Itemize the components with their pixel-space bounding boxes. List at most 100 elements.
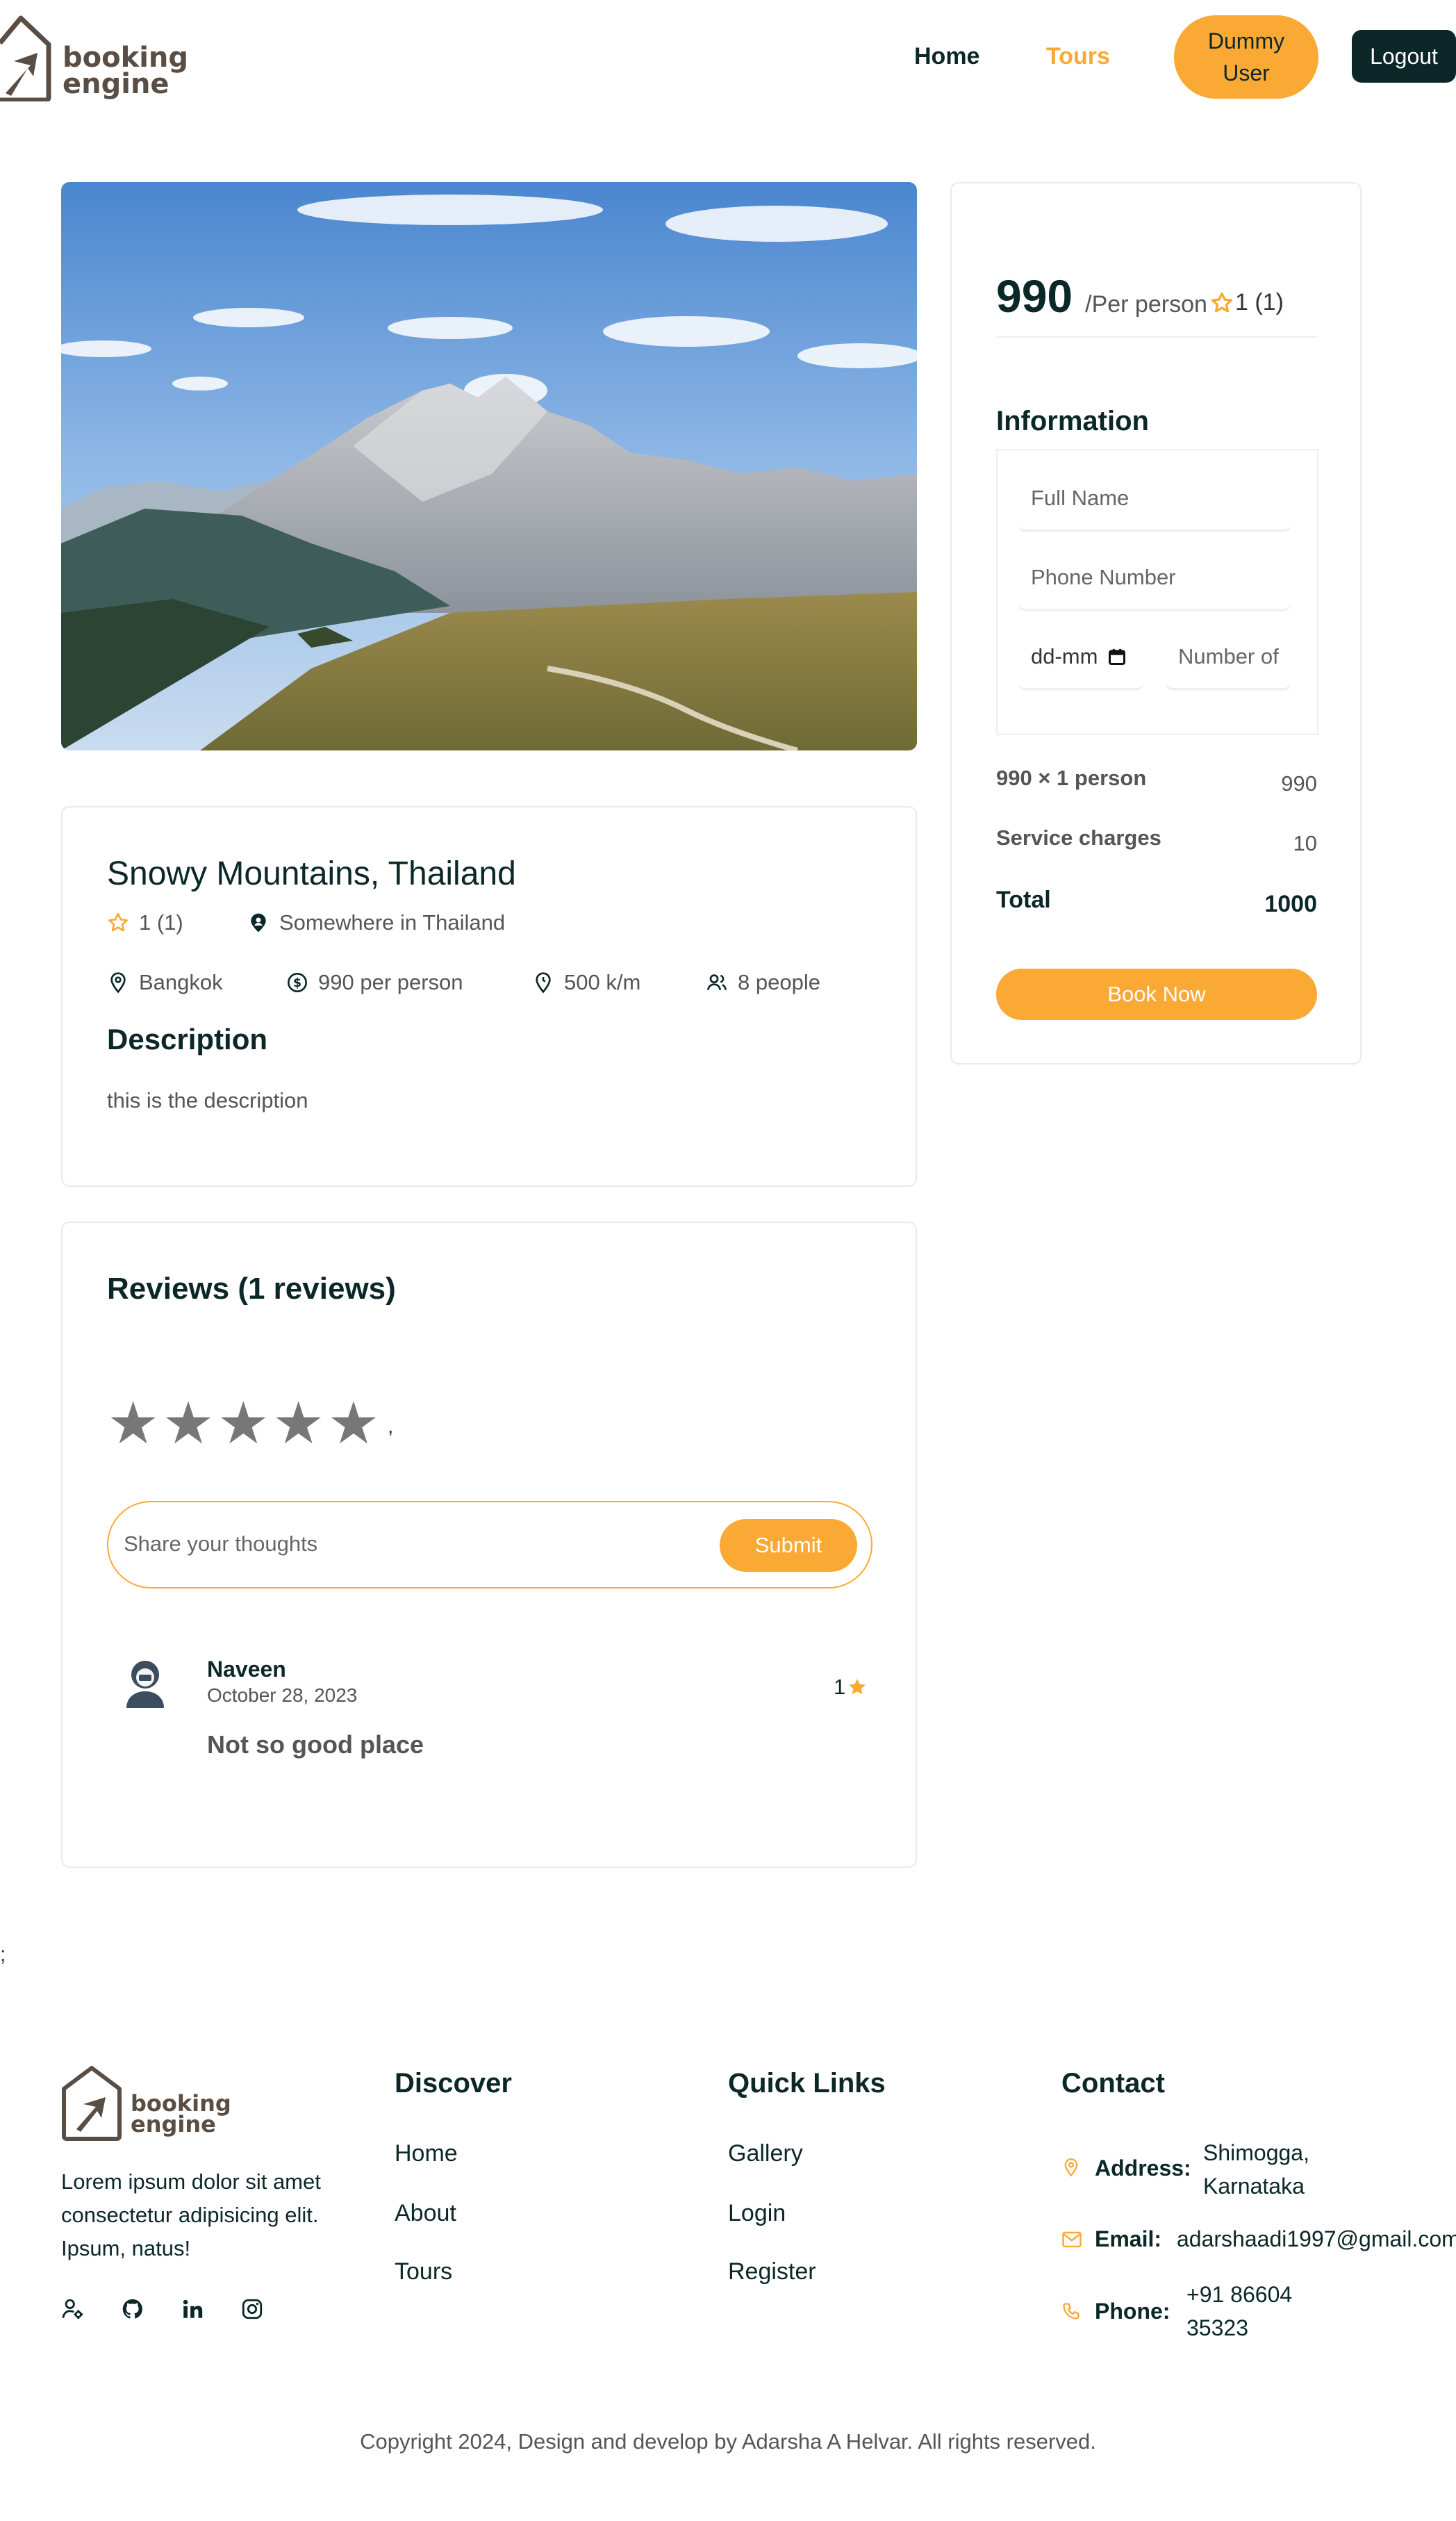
service-charge-value: 10 — [1293, 831, 1317, 855]
rating-star-1[interactable]: ★ — [107, 1394, 159, 1452]
user-button-line2: User — [1223, 60, 1270, 85]
reviewer-name: Naveen — [207, 1657, 286, 1682]
footer-about: Lorem ipsum dolor sit amet consectetur a… — [61, 2169, 321, 2261]
logout-button[interactable]: Logout — [1352, 30, 1456, 83]
booking-rating-text: 1 (1) — [1235, 289, 1284, 315]
phone-line1: +91 86604 — [1186, 2282, 1293, 2307]
brand-line2: engine — [63, 68, 169, 100]
reviews-card: Reviews (1 reviews) ★ ★ ★ ★ ★ , Share yo… — [61, 1222, 917, 1868]
rating-star-3[interactable]: ★ — [217, 1394, 270, 1452]
review-rating: 1 — [834, 1675, 868, 1700]
tour-city-text: Bangkok — [139, 970, 223, 994]
tour-city: Bangkok — [107, 970, 223, 995]
footer-link-login[interactable]: Login — [728, 2200, 786, 2227]
date-input-text: dd-mm — [1031, 644, 1098, 668]
tour-group-size: 8 people — [706, 970, 820, 995]
copyright: Copyright 2024, Design and develop by Ad… — [360, 2429, 1096, 2454]
total-label: Total — [996, 887, 1051, 913]
tour-price-text: 990 per person — [318, 970, 463, 994]
site-logo[interactable]: booking engine — [0, 15, 188, 103]
book-now-button[interactable]: Book Now — [996, 969, 1317, 1020]
social-links — [61, 2297, 264, 2321]
email-label: Email: — [1095, 2226, 1162, 2251]
review-form: Share your thoughts Submit — [107, 1501, 872, 1588]
star-outline-icon — [108, 913, 128, 932]
phone-label: Phone: — [1095, 2299, 1170, 2324]
footer-link-gallery[interactable]: Gallery — [728, 2140, 803, 2167]
user-avatar-icon — [126, 1661, 164, 1708]
tour-address-text: Somewhere in Thailand — [279, 910, 506, 935]
tour-title: Snowy Mountains, Thailand — [107, 855, 516, 892]
divider — [996, 336, 1317, 338]
review-text: Not so good place — [207, 1730, 424, 1759]
footer-contact-heading: Contact — [1061, 2068, 1165, 2099]
tour-distance-text: 500 k/m — [564, 970, 641, 994]
svg-text:$: $ — [293, 976, 301, 990]
reviews-heading: Reviews (1 reviews) — [107, 1272, 396, 1306]
map-pin-icon — [110, 972, 126, 994]
user-settings-icon[interactable] — [61, 2297, 85, 2321]
map-pin-user-icon — [251, 913, 266, 933]
review-item — [124, 1658, 167, 1708]
house-logo-icon — [0, 15, 51, 101]
address-label: Address: — [1095, 2155, 1191, 2181]
user-button[interactable]: Dummy User — [1174, 15, 1318, 99]
linkedin-icon[interactable] — [181, 2297, 204, 2321]
star-outline-icon — [1211, 292, 1233, 312]
tour-price: $ 990 per person — [286, 970, 463, 995]
rating-star-5[interactable]: ★ — [327, 1394, 379, 1452]
booking-per-person: /Per person — [1085, 291, 1207, 318]
rating-star-4[interactable]: ★ — [272, 1394, 324, 1452]
instagram-icon[interactable] — [240, 2297, 264, 2321]
review-input[interactable]: Share your thoughts — [124, 1532, 317, 1557]
house-logo-icon — [62, 2066, 122, 2141]
tour-info-card: Snowy Mountains, Thailand 1 (1) Somewher… — [61, 806, 917, 1187]
user-button-line1: Dummy — [1207, 28, 1285, 54]
rating-selector: ★ ★ ★ ★ ★ — [107, 1394, 380, 1452]
nav-tours-link[interactable]: Tours — [1046, 43, 1110, 70]
total-value: 1000 — [1264, 891, 1317, 917]
star-filled-icon — [849, 1679, 866, 1695]
rating-star-2[interactable]: ★ — [162, 1394, 214, 1452]
footer-link-tours[interactable]: Tours — [395, 2258, 452, 2285]
tour-address: Somewhere in Thailand — [247, 910, 505, 935]
nav-home-link[interactable]: Home — [914, 43, 979, 70]
booking-form: Full Name Phone Number dd-mm Number of — [996, 449, 1318, 735]
footer-logo[interactable]: booking engine — [61, 2065, 231, 2143]
address-line1: Shimogga, — [1203, 2140, 1309, 2165]
location-icon — [1064, 2158, 1078, 2177]
tour-rating: 1 (1) — [107, 910, 183, 935]
date-input[interactable]: dd-mm — [1018, 625, 1143, 689]
price-calc-label: 990 × 1 person — [996, 766, 1147, 790]
group-icon — [707, 974, 727, 990]
booking-card: 990 /Per person 1 (1) Information Full N… — [950, 182, 1362, 1065]
booking-rating: 1 (1) — [1210, 289, 1284, 316]
service-charge-label: Service charges — [996, 826, 1161, 850]
stray-text: ; — [0, 1943, 6, 1966]
price-calc-value: 990 — [1281, 771, 1317, 796]
footer-link-home[interactable]: Home — [395, 2140, 458, 2167]
calendar-icon[interactable] — [1107, 647, 1127, 666]
tour-group-size-text: 8 people — [738, 970, 820, 994]
phone-icon — [1063, 2303, 1079, 2319]
rating-separator: , — [388, 1415, 394, 1438]
address-line2: Karnataka — [1203, 2174, 1305, 2199]
footer-link-register[interactable]: Register — [728, 2258, 816, 2285]
submit-review-button[interactable]: Submit — [720, 1519, 857, 1572]
footer-quick-links-heading: Quick Links — [728, 2068, 886, 2099]
tour-distance: 500 k/m — [532, 970, 640, 995]
review-date: October 28, 2023 — [207, 1684, 358, 1706]
guest-count-input[interactable]: Number of — [1166, 625, 1291, 689]
footer-brand-line2: engine — [131, 2111, 216, 2137]
description-heading: Description — [107, 1023, 268, 1056]
booking-price-row: 990 /Per person — [996, 270, 1207, 322]
email-value[interactable]: adarshaadi1997@gmail.com — [1177, 2222, 1456, 2256]
tour-rating-text: 1 (1) — [139, 910, 183, 935]
tour-photo — [61, 182, 917, 750]
full-name-input[interactable]: Full Name — [1018, 467, 1291, 531]
footer-link-about[interactable]: About — [395, 2200, 456, 2227]
map-pin-time-icon — [536, 972, 551, 994]
phone-number-input[interactable]: Phone Number — [1018, 546, 1291, 610]
github-icon[interactable] — [121, 2297, 144, 2321]
mail-icon — [1062, 2231, 1082, 2248]
